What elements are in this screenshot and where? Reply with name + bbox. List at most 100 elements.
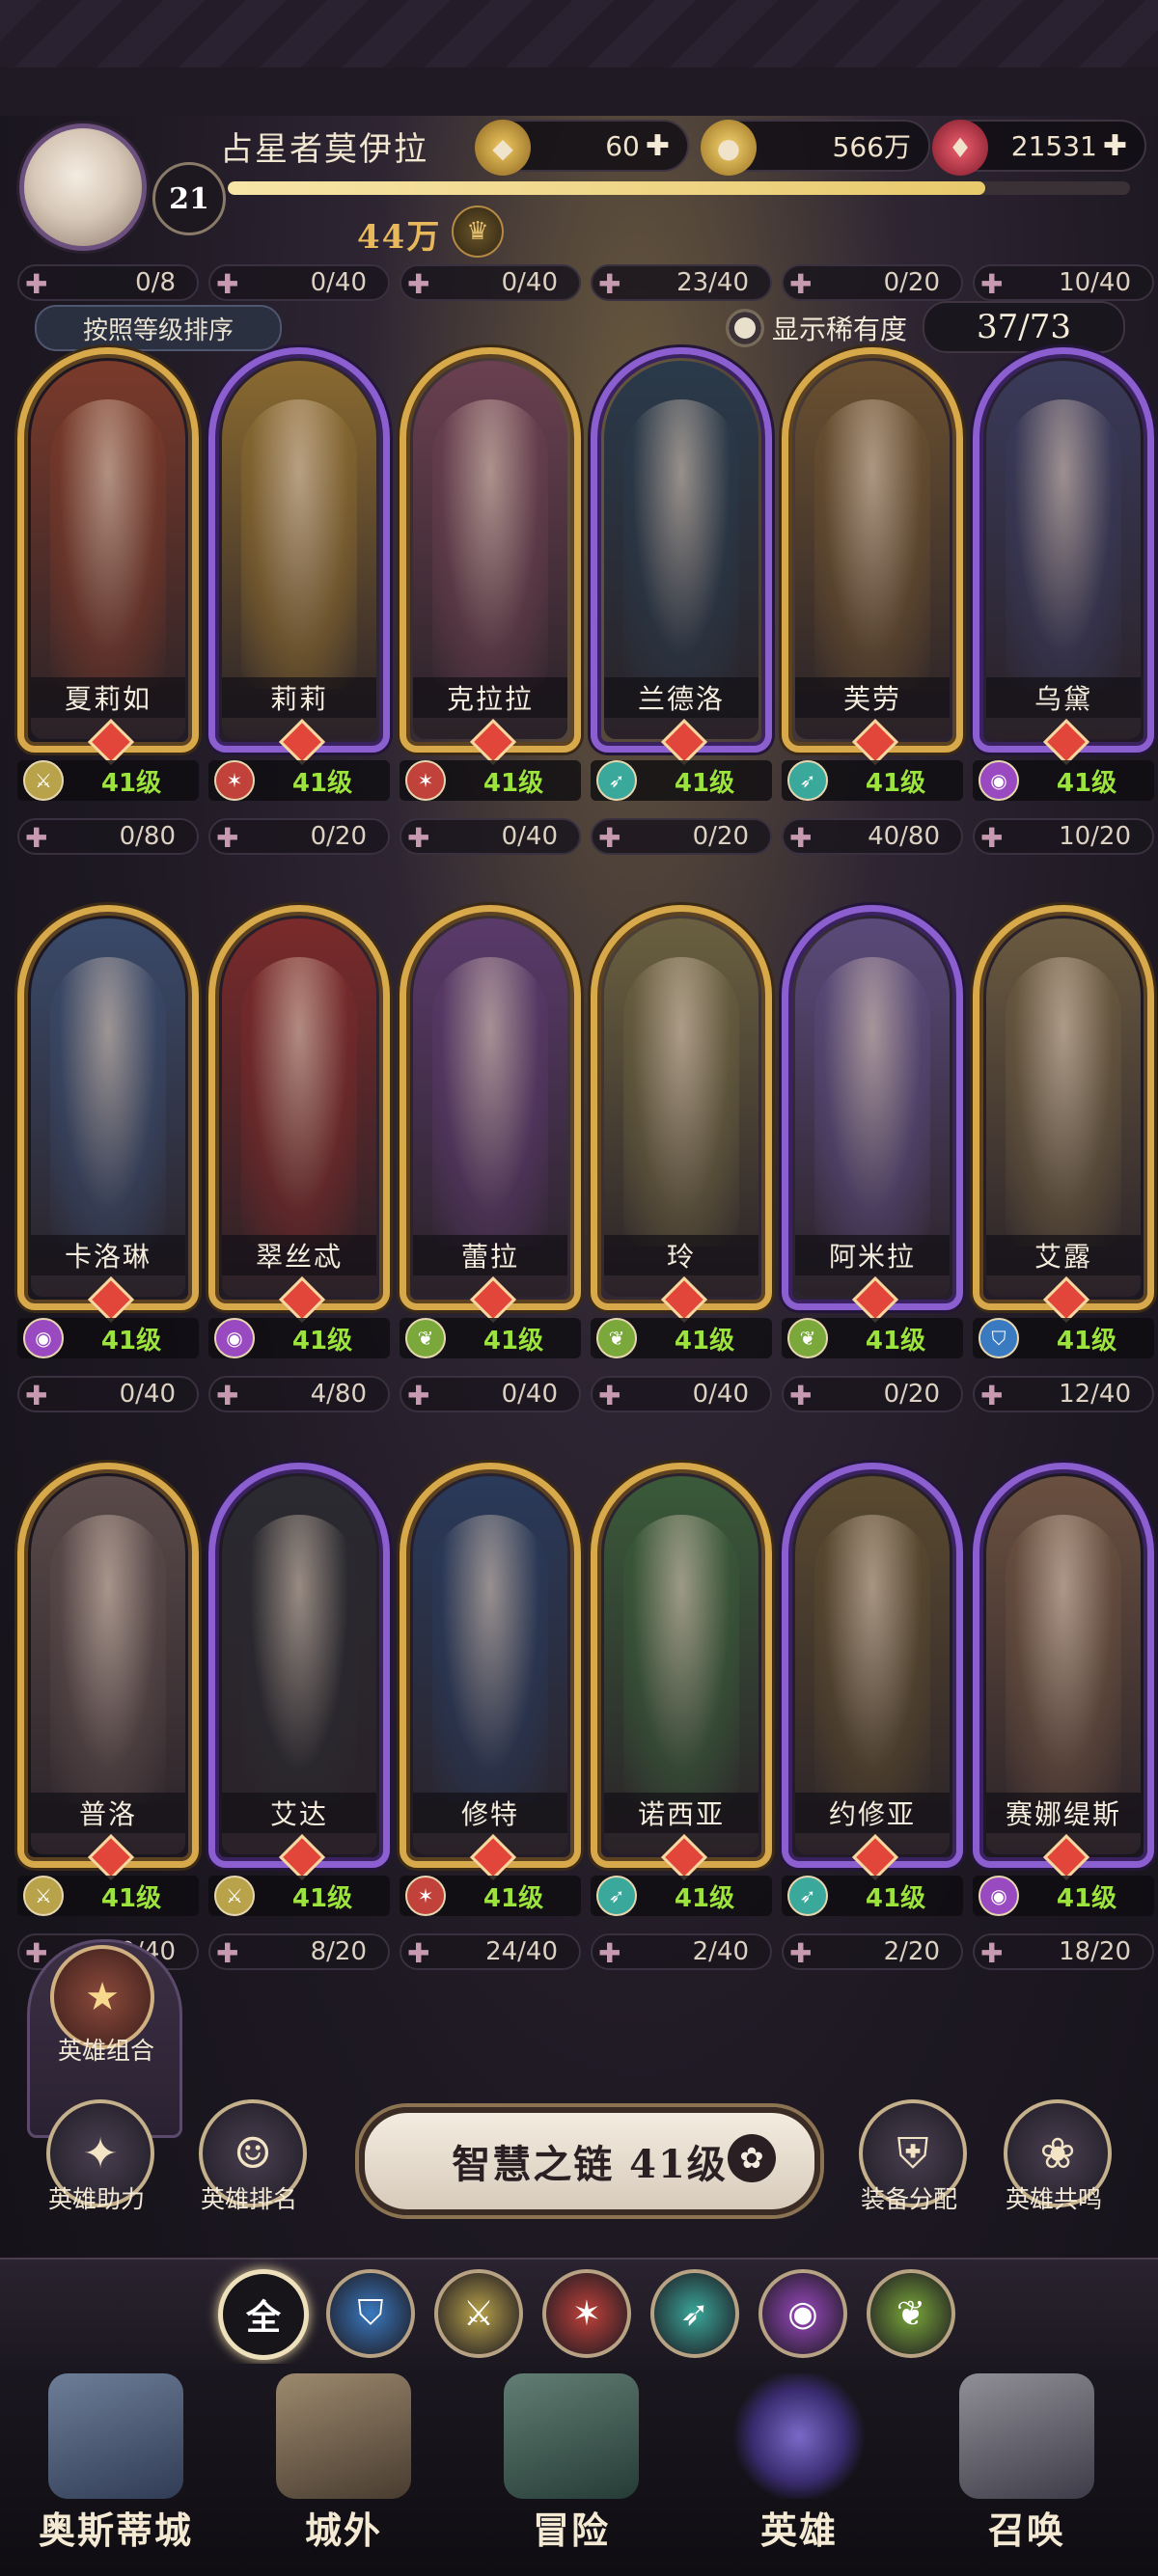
- hero-card[interactable]: 普洛 ⚔ 41级: [17, 1463, 199, 1916]
- nav-tab[interactable]: 英雄: [703, 2364, 896, 2576]
- nav-tab[interactable]: 奥斯蒂城: [19, 2364, 212, 2576]
- gold-coin-icon: ●: [701, 120, 757, 176]
- sort-by-level-button[interactable]: 按照等级排序: [35, 305, 282, 351]
- hero-level: 41级: [865, 1883, 926, 1913]
- fragment-value: 0/40: [692, 1380, 749, 1409]
- hero-figure: [1006, 957, 1121, 1247]
- orb-icon: ◉: [23, 1318, 64, 1358]
- puzzle-icon: ✚: [25, 268, 48, 300]
- filter-sword-button[interactable]: ⚔: [434, 2269, 523, 2358]
- fragment-value: 0/20: [883, 268, 940, 297]
- filter-claw-button[interactable]: ✶: [542, 2269, 631, 2358]
- hero-level: 41级: [865, 768, 926, 798]
- fragment-value: 2/20: [883, 1937, 940, 1966]
- puzzle-icon: ✚: [980, 268, 1004, 300]
- puzzle-icon: ✚: [25, 1937, 48, 1969]
- hero-card[interactable]: 艾达 ⚔ 41级: [208, 1463, 390, 1916]
- hero-figure: [432, 1515, 548, 1804]
- fragment-value: 0/20: [310, 822, 367, 851]
- hero-card[interactable]: 赛娜缇斯 ◉ 41级: [973, 1463, 1154, 1916]
- arrows-icon: ➶: [787, 760, 828, 801]
- hero-name: 蕾拉: [413, 1235, 567, 1275]
- hero-level: 41级: [100, 1883, 162, 1913]
- hero-card[interactable]: 诺西亚 ➶ 41级: [591, 1463, 772, 1916]
- puzzle-icon: ✚: [980, 822, 1004, 854]
- spirit-icon: ✦: [82, 2128, 119, 2179]
- hero-level-bar: ⛉ 41级: [973, 1318, 1154, 1358]
- ruins-icon: [504, 2373, 639, 2499]
- fragment-value: 18/20: [1059, 1937, 1131, 1966]
- nav-tab[interactable]: 冒险: [475, 2364, 668, 2576]
- hero-card[interactable]: 翠丝忒 ◉ 41级: [208, 905, 390, 1358]
- gold-badge-icon: ◆: [475, 120, 531, 176]
- hero-card[interactable]: 玲 ❦ 41级: [591, 905, 772, 1358]
- puzzle-icon: ✚: [789, 1937, 813, 1969]
- hero-card[interactable]: 卡洛琳 ◉ 41级: [17, 905, 199, 1358]
- stamina-plus-button[interactable]: ✚: [646, 129, 670, 163]
- fragment-value: 12/40: [1059, 1380, 1131, 1409]
- filter-orb-button[interactable]: ◉: [758, 2269, 847, 2358]
- filter-all-button[interactable]: 全: [218, 2269, 309, 2360]
- fragment-counter: ✚ 4/80: [208, 1376, 390, 1412]
- fragment-counter: ✚ 0/40: [208, 264, 390, 301]
- claw-icon: ✶: [214, 760, 255, 801]
- player-avatar[interactable]: [19, 123, 147, 251]
- hero-card[interactable]: 克拉拉 ✶ 41级: [400, 347, 581, 801]
- orb-icon: ◉: [214, 1318, 255, 1358]
- fragment-counter: ✚ 0/40: [17, 1376, 199, 1412]
- fragment-counter: ✚ 2/20: [782, 1933, 963, 1970]
- fragment-counter: ✚ 0/40: [400, 264, 581, 301]
- hero-card[interactable]: 修特 ✶ 41级: [400, 1463, 581, 1916]
- hero-card[interactable]: 莉莉 ✶ 41级: [208, 347, 390, 801]
- hero-card[interactable]: 阿米拉 ❦ 41级: [782, 905, 963, 1358]
- claw-icon: ✶: [405, 760, 446, 801]
- hero-name: 修特: [413, 1793, 567, 1833]
- filter-shield-button[interactable]: ⛉: [326, 2269, 415, 2358]
- red-gem-icon: ♦: [932, 120, 988, 176]
- hero-level-bar: ◉ 41级: [208, 1318, 390, 1358]
- puzzle-icon: ✚: [598, 822, 621, 854]
- fragment-counter: ✚ 23/40: [591, 264, 772, 301]
- hero-level-bar: ❦ 41级: [782, 1318, 963, 1358]
- show-rarity-toggle[interactable]: 显示稀有度: [726, 309, 907, 347]
- nav-tab[interactable]: 城外: [247, 2364, 440, 2576]
- sword-icon: ⚔: [23, 1876, 64, 1916]
- filter-leaf-button[interactable]: ❦: [867, 2269, 955, 2358]
- stamina-counter[interactable]: ◆ 60 ✚: [475, 120, 689, 176]
- gem-counter[interactable]: ♦ 21531 ✚: [932, 120, 1146, 176]
- hero-card[interactable]: 夏莉如 ⚔ 41级: [17, 347, 199, 801]
- hero-level: 41级: [482, 768, 544, 798]
- hero-level-bar: ➶ 41级: [591, 1876, 772, 1916]
- fragment-counter: ✚ 0/40: [400, 818, 581, 855]
- hero-level-bar: ⚔ 41级: [17, 1876, 199, 1916]
- hero-figure: [623, 1515, 739, 1804]
- fragment-counter: ✚ 0/20: [782, 264, 963, 301]
- claw-icon: ✶: [571, 2293, 602, 2334]
- arrows-icon: ➶: [596, 760, 637, 801]
- leaf-icon: ❦: [596, 1318, 637, 1358]
- hero-figure: [241, 399, 357, 689]
- hero-card[interactable]: 芙劳 ➶ 41级: [782, 347, 963, 801]
- hero-card[interactable]: 艾露 ⛉ 41级: [973, 905, 1154, 1358]
- nav-label: 奥斯蒂城: [38, 2508, 193, 2552]
- gem-plus-button[interactable]: ✚: [1103, 129, 1127, 163]
- puzzle-icon: ✚: [216, 1937, 239, 1969]
- hero-card[interactable]: 兰德洛 ➶ 41级: [591, 347, 772, 801]
- puzzle-icon: ✚: [407, 822, 430, 854]
- hero-card[interactable]: 蕾拉 ❦ 41级: [400, 905, 581, 1358]
- stamina-value: 60: [605, 129, 640, 162]
- hero-card[interactable]: 乌黛 ◉ 41级: [973, 347, 1154, 801]
- fragment-counter: ✚ 0/20: [782, 1376, 963, 1412]
- fragment-counter: ✚ 0/20: [208, 818, 390, 855]
- fragment-counter: ✚ 0/40: [591, 1376, 772, 1412]
- hero-level: 41级: [865, 1326, 926, 1356]
- filter-arrows-button[interactable]: ➶: [650, 2269, 739, 2358]
- hero-figure: [241, 957, 357, 1247]
- hero-name: 兰德洛: [604, 677, 758, 718]
- nav-tab[interactable]: 召唤: [930, 2364, 1123, 2576]
- fragment-counter: ✚ 8/20: [208, 1933, 390, 1970]
- hero-name: 艾露: [986, 1235, 1141, 1275]
- puzzle-icon: ✚: [789, 822, 813, 854]
- hero-card[interactable]: 约修亚 ➶ 41级: [782, 1463, 963, 1916]
- shield-icon: ⛉: [979, 1318, 1019, 1358]
